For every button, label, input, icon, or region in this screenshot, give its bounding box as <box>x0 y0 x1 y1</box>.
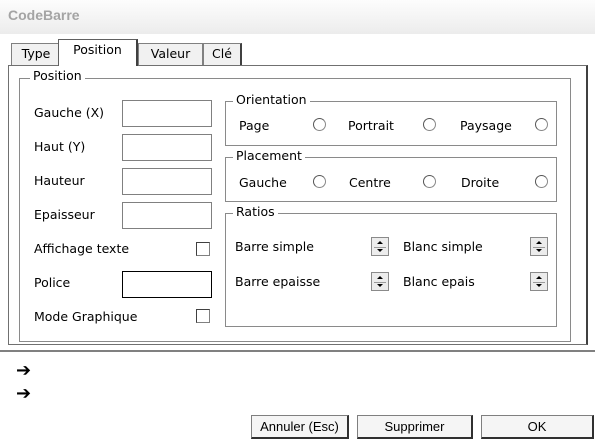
barre-epaisse-spinner[interactable] <box>371 272 389 291</box>
placement-gauche-radio[interactable] <box>313 175 326 188</box>
placement-droite-label: Droite <box>461 175 500 190</box>
haut-label: Haut (Y) <box>34 139 86 154</box>
epaisseur-input[interactable] <box>122 202 212 229</box>
blanc-epais-spinner[interactable] <box>530 272 548 291</box>
spinner-down-icon[interactable] <box>374 247 386 255</box>
affichage-texte-checkbox[interactable] <box>196 242 210 256</box>
spinner-down-icon[interactable] <box>533 247 545 255</box>
spinner-down-icon[interactable] <box>533 282 545 290</box>
barre-simple-spinner[interactable] <box>371 237 389 256</box>
blanc-simple-spinner[interactable] <box>530 237 548 256</box>
right-arrow-icon[interactable]: ➔ <box>16 362 31 380</box>
orientation-page-label: Page <box>239 118 270 133</box>
placement-gauche-label: Gauche <box>239 175 287 190</box>
ratios-legend: Ratios <box>233 205 278 219</box>
mode-graphique-label: Mode Graphique <box>34 309 138 324</box>
separator <box>0 350 595 352</box>
cancel-button[interactable]: Annuler (Esc) <box>251 415 349 439</box>
right-arrow-icon[interactable]: ➔ <box>16 385 31 403</box>
window-title: CodeBarre <box>8 7 80 23</box>
epaisseur-label: Epaisseur <box>34 207 95 222</box>
gauche-x-input[interactable] <box>122 100 212 127</box>
blanc-simple-label: Blanc simple <box>403 239 483 254</box>
position-legend: Position <box>30 69 85 83</box>
delete-button[interactable]: Supprimer <box>357 415 473 439</box>
ok-button[interactable]: OK <box>481 415 594 439</box>
blanc-epais-label: Blanc epais <box>403 274 475 289</box>
tab-type[interactable]: Type <box>11 43 61 65</box>
orientation-paysage-label: Paysage <box>460 118 512 133</box>
barre-epaisse-label: Barre epaisse <box>235 274 321 289</box>
orientation-page-radio[interactable] <box>313 118 326 131</box>
barre-simple-label: Barre simple <box>235 239 314 254</box>
placement-centre-radio[interactable] <box>423 175 436 188</box>
orientation-portrait-radio[interactable] <box>423 118 436 131</box>
hauteur-input[interactable] <box>122 168 212 195</box>
spinner-down-icon[interactable] <box>374 282 386 290</box>
police-label: Police <box>34 275 71 290</box>
tab-valeur[interactable]: Valeur <box>138 43 203 65</box>
placement-legend: Placement <box>233 149 305 163</box>
placement-centre-label: Centre <box>349 175 391 190</box>
orientation-portrait-label: Portrait <box>348 118 394 133</box>
ratios-group <box>225 213 557 327</box>
title-bar <box>0 0 595 34</box>
orientation-paysage-radio[interactable] <box>535 118 548 131</box>
mode-graphique-checkbox[interactable] <box>196 309 210 323</box>
police-input[interactable] <box>122 271 212 298</box>
affichage-texte-label: Affichage texte <box>34 241 130 256</box>
gauche-label: Gauche (X) <box>34 105 105 120</box>
hauteur-label: Hauteur <box>34 173 85 188</box>
orientation-legend: Orientation <box>233 93 310 107</box>
tab-cle[interactable]: Clé <box>203 43 242 65</box>
haut-y-input[interactable] <box>122 134 212 161</box>
placement-droite-radio[interactable] <box>535 175 548 188</box>
tab-position[interactable]: Position <box>58 39 138 66</box>
